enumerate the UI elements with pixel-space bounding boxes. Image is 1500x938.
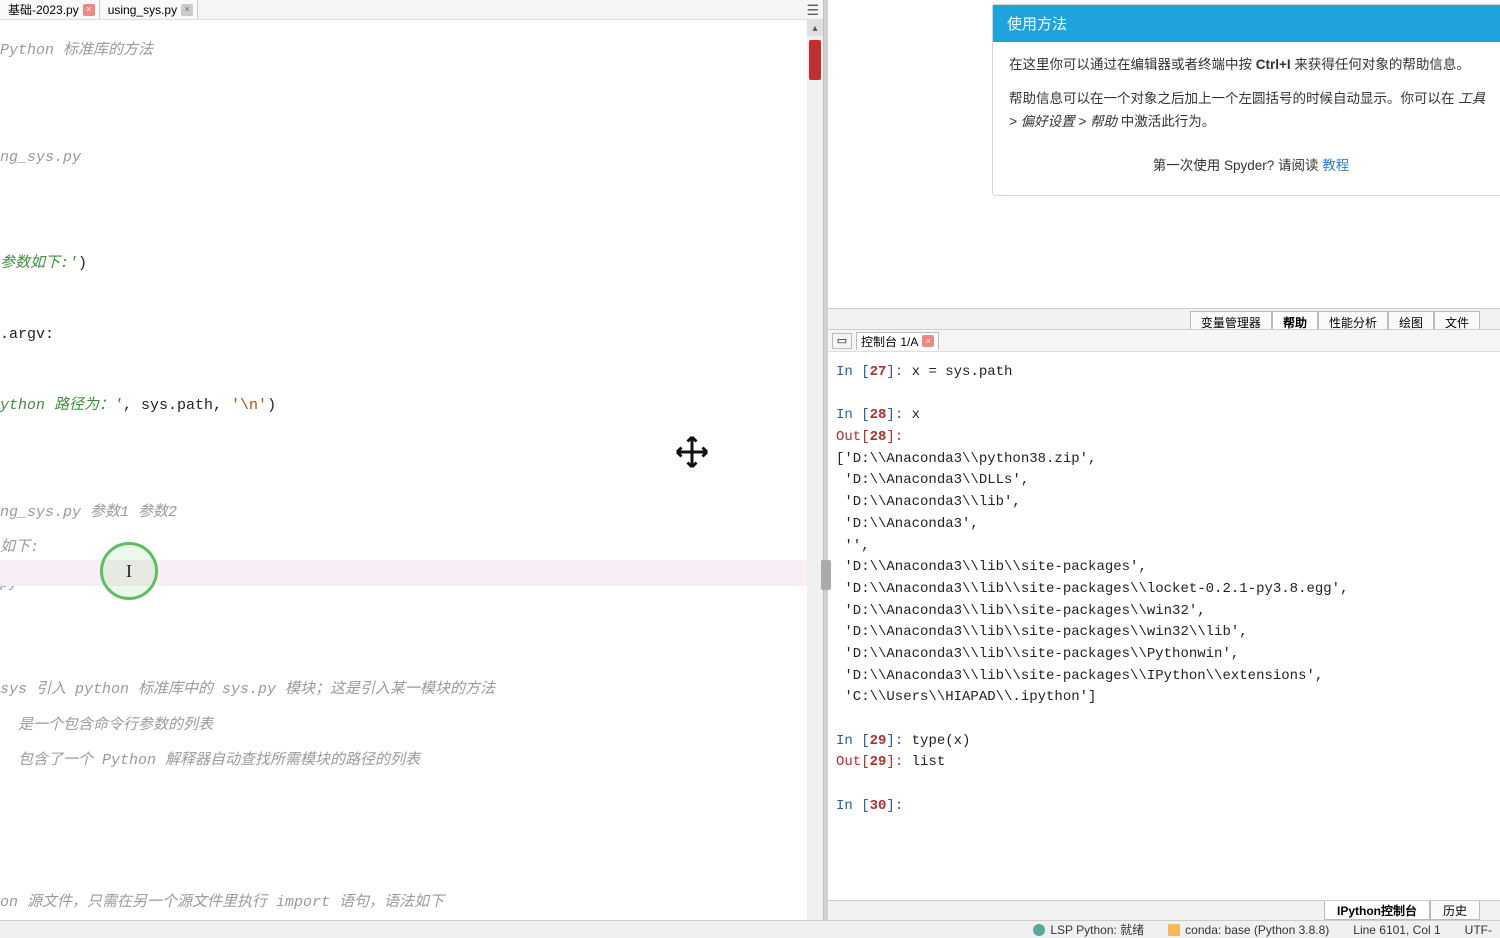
code-line: sys 引入 python 标准库中的 sys.py 模块；这是引入某一模块的方… xyxy=(0,677,823,713)
status-cursor-position[interactable]: Line 6101, Col 1 xyxy=(1353,923,1440,937)
tutorial-line: 第一次使用 Spyder? 请阅读 教程 xyxy=(1009,155,1493,177)
help-card: 使用方法 在这里你可以通过在编辑器或者终端中按 Ctrl+I 来获得任何对象的帮… xyxy=(992,4,1500,196)
help-pane: 19 使用方法 在这里你可以通过在编辑器或者终端中按 Ctrl+I 来获得任何对… xyxy=(828,0,1500,308)
scroll-thumb[interactable] xyxy=(809,40,821,80)
tab-plots[interactable]: 绘图 xyxy=(1388,311,1434,329)
editor-tab-1-label: using_sys.py xyxy=(108,3,177,17)
editor-tab-1[interactable]: using_sys.py × xyxy=(100,0,198,19)
ipython-console[interactable]: In [27]: x = sys.path In [28]: x Out[28]… xyxy=(828,352,1500,900)
tab-ipython-console[interactable]: IPython控制台 xyxy=(1324,901,1430,920)
code-line: on 源文件，只需在另一个源文件里执行 import 语句，语法如下 xyxy=(0,890,823,920)
editor-pane: 基础-2023.py × using_sys.py × ☰ I Python 标… xyxy=(0,0,824,920)
code-line: ng_sys.py 参数1 参数2 xyxy=(0,500,823,536)
close-icon[interactable]: × xyxy=(922,335,934,347)
editor-tab-0-label: 基础-2023.py xyxy=(8,1,79,18)
conda-icon xyxy=(1168,924,1180,936)
editor-tab-bar: 基础-2023.py × using_sys.py × xyxy=(0,0,823,20)
hamburger-icon[interactable]: ☰ xyxy=(806,2,819,19)
status-encoding[interactable]: UTF- xyxy=(1465,923,1492,937)
tab-variable-explorer[interactable]: 变量管理器 xyxy=(1190,311,1272,329)
help-paragraph-2: 帮助信息可以在一个对象之后加上一个左圆括号的时候自动显示。你可以在 工具 > 偏… xyxy=(1009,88,1493,133)
code-line: ng_sys.py xyxy=(0,145,823,181)
tab-help[interactable]: 帮助 xyxy=(1272,311,1318,329)
status-conda[interactable]: conda: base (Python 3.8.8) xyxy=(1168,923,1329,937)
status-lsp[interactable]: LSP Python: 就绪 xyxy=(1033,921,1144,938)
right-pane: 19 使用方法 在这里你可以通过在编辑器或者终端中按 Ctrl+I 来获得任何对… xyxy=(828,0,1500,920)
splitter-handle[interactable] xyxy=(821,560,831,590)
help-card-title: 使用方法 xyxy=(993,5,1500,42)
code-line: 包含了一个 Python 解释器自动查找所需模块的路径的列表 xyxy=(0,748,823,784)
help-paragraph-1: 在这里你可以通过在编辑器或者终端中按 Ctrl+I 来获得任何对象的帮助信息。 xyxy=(1009,54,1493,76)
console-tab-0[interactable]: 控制台 1/A × xyxy=(856,332,939,350)
cursor-highlight-circle: I xyxy=(100,542,158,600)
code-line: Python 标准库的方法 xyxy=(0,38,823,74)
bottom-tab-bar: IPython控制台 历史 xyxy=(828,900,1500,920)
editor-vscrollbar[interactable]: ▴ xyxy=(807,20,823,920)
right-tab-bar: 变量管理器 帮助 性能分析 绘图 文件 xyxy=(828,308,1500,330)
move-cursor-icon xyxy=(674,434,710,489)
close-icon[interactable]: × xyxy=(83,4,95,16)
code-line: ython 路径为：', sys.path, '\n') xyxy=(0,393,823,429)
code-line: 参数如下:') xyxy=(0,251,823,287)
close-icon[interactable]: × xyxy=(181,4,193,16)
status-bar: LSP Python: 就绪 conda: base (Python 3.8.8… xyxy=(0,920,1500,938)
tab-history[interactable]: 历史 xyxy=(1430,901,1480,920)
help-card-body: 在这里你可以通过在编辑器或者终端中按 Ctrl+I 来获得任何对象的帮助信息。 … xyxy=(993,42,1500,195)
tutorial-link[interactable]: 教程 xyxy=(1322,158,1349,173)
tab-files[interactable]: 文件 xyxy=(1434,311,1480,329)
new-console-icon[interactable]: ▭ xyxy=(832,333,852,349)
editor-tab-0[interactable]: 基础-2023.py × xyxy=(0,0,100,19)
tab-profiler[interactable]: 性能分析 xyxy=(1318,311,1388,329)
lsp-status-icon xyxy=(1033,924,1045,936)
console-tab-bar: ▭ 控制台 1/A × xyxy=(828,330,1500,352)
code-line: .argv: xyxy=(0,322,823,358)
code-editor[interactable]: I Python 标准库的方法 ng_sys.py 参数如下:') .argv:… xyxy=(0,20,823,920)
code-line: 是一个包含命令行参数的列表 xyxy=(0,713,823,749)
scroll-up-icon[interactable]: ▴ xyxy=(807,20,823,36)
